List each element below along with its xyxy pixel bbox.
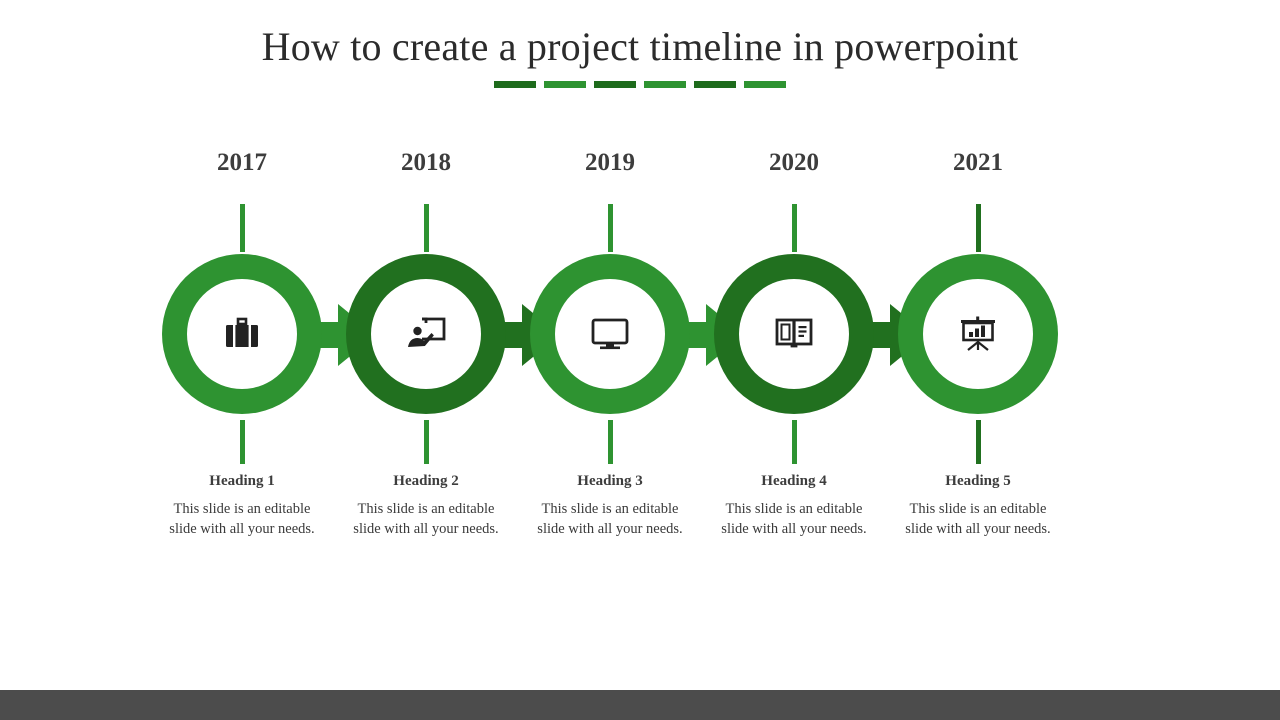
- milestone-year-1: 2017: [217, 149, 267, 176]
- milestone-tick-bottom-5: [975, 420, 981, 464]
- milestone-heading-2: Heading 2: [393, 473, 459, 489]
- milestone-icon-wrap-2: [371, 279, 481, 389]
- milestone-body-1: This slide is an editable slide with all…: [169, 501, 315, 538]
- milestone-year-2: 2018: [401, 149, 451, 176]
- milestone-tick-top-2: [423, 204, 429, 252]
- footer-bar: [0, 690, 1280, 720]
- milestone-body-4: This slide is an editable slide with all…: [721, 501, 867, 538]
- page-title: How to create a project timeline in powe…: [261, 24, 1019, 69]
- title-dash-2: [544, 81, 586, 88]
- title-dash-5: [694, 81, 736, 88]
- milestone-tick-bottom-3: [607, 420, 613, 464]
- milestone-circle-5[interactable]: [898, 254, 1058, 414]
- milestone-tick-top-5: [975, 204, 981, 252]
- monitor-icon: [591, 318, 629, 350]
- title-dash-1: [494, 81, 536, 88]
- milestone-heading-4: Heading 4: [761, 473, 827, 489]
- milestone-heading-3: Heading 3: [577, 473, 643, 489]
- milestone-circle-3[interactable]: [530, 254, 690, 414]
- milestone-tick-bottom-2: [423, 420, 429, 464]
- slide-canvas: How to create a project timeline in powe…: [0, 0, 1280, 720]
- title-dash-4: [644, 81, 686, 88]
- milestone-heading-1: Heading 1: [209, 473, 275, 489]
- title-underline-dashes: [0, 81, 1280, 88]
- title-dash-3: [594, 81, 636, 88]
- milestone-year-5: 2021: [953, 149, 1003, 176]
- milestone-year-4: 2020: [769, 149, 819, 176]
- milestone-tick-bottom-1: [239, 420, 245, 464]
- milestone-icon-wrap-4: [739, 279, 849, 389]
- milestone-circle-4[interactable]: [714, 254, 874, 414]
- milestone-circle-2[interactable]: [346, 254, 506, 414]
- milestone-year-3: 2019: [585, 149, 635, 176]
- title-dash-6: [744, 81, 786, 88]
- milestone-heading-5: Heading 5: [945, 473, 1011, 489]
- milestone-body-2: This slide is an editable slide with all…: [353, 501, 499, 538]
- milestone-circle-1[interactable]: [162, 254, 322, 414]
- presentation-chart-icon: [961, 316, 995, 351]
- presenter-board-icon: [408, 317, 446, 347]
- milestone-body-5: This slide is an editable slide with all…: [905, 501, 1051, 538]
- briefcase-icon: [226, 317, 258, 347]
- timeline: 2017 Heading 1 This slide is an editable s…: [150, 150, 1130, 580]
- milestone-icon-wrap-1: [187, 279, 297, 389]
- open-book-icon: [775, 318, 813, 348]
- timeline-graphics: [150, 254, 1130, 414]
- milestone-tick-top-3: [607, 204, 613, 252]
- milestone-body-3: This slide is an editable slide with all…: [537, 501, 683, 538]
- milestone-icon-wrap-5: [923, 279, 1033, 389]
- milestone-tick-top-4: [791, 204, 797, 252]
- milestone-tick-bottom-4: [791, 420, 797, 464]
- milestone-icon-wrap-3: [555, 279, 665, 389]
- milestone-tick-top-1: [239, 204, 245, 252]
- title-block: How to create a project timeline in powe…: [0, 22, 1280, 88]
